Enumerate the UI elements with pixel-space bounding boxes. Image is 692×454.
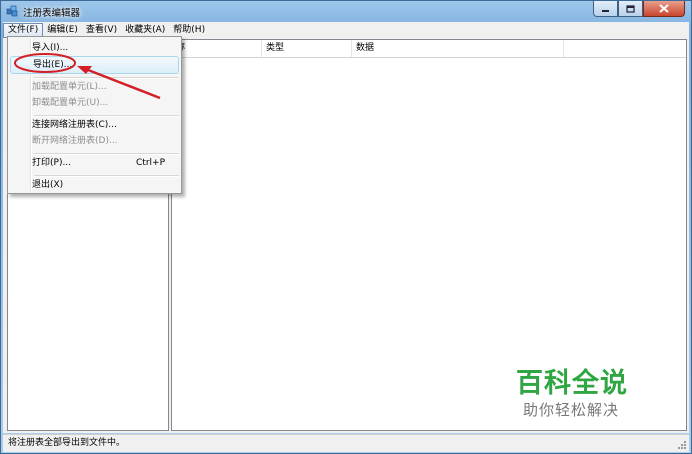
- watermark-title: 百科全说: [516, 368, 628, 399]
- column-type[interactable]: 类型: [262, 40, 352, 57]
- maximize-button[interactable]: [618, 1, 643, 17]
- status-bar: 将注册表全部导出到文件中。: [3, 434, 689, 452]
- size-grip-icon[interactable]: [677, 440, 687, 450]
- menu-item-print-label: 打印(P)...: [32, 158, 72, 168]
- menu-item-unload-hive[interactable]: 卸载配置单元(U)...: [10, 94, 179, 112]
- menu-item-print[interactable]: 打印(P)... Ctrl+P: [10, 154, 179, 172]
- menu-item-import[interactable]: 导入(I)...: [10, 39, 179, 57]
- regedit-app-icon: [6, 5, 18, 17]
- maximize-icon: [626, 4, 635, 13]
- menu-item-exit[interactable]: 退出(X): [10, 176, 179, 194]
- minimize-button[interactable]: [593, 1, 618, 17]
- watermark-subtitle: 助你轻松解决: [523, 401, 620, 419]
- menu-item-print-shortcut: Ctrl+P: [136, 158, 165, 168]
- caption-buttons: [593, 1, 685, 18]
- menu-item-export[interactable]: 导出(E)...: [10, 56, 179, 74]
- close-button[interactable]: [643, 1, 685, 17]
- column-name[interactable]: 称: [172, 40, 262, 57]
- menu-item-disconnect-network-registry[interactable]: 断开网络注册表(D)...: [10, 132, 179, 150]
- minimize-icon: [602, 9, 609, 12]
- file-menu-dropdown: 导入(I)... 导出(E)... 加载配置单元(L)... 卸载配置单元(U)…: [7, 36, 182, 194]
- list-column-header: 称 类型 数据: [172, 40, 686, 58]
- column-data[interactable]: 数据: [352, 40, 564, 57]
- close-icon: [659, 4, 669, 13]
- title-bar[interactable]: 注册表编辑器: [1, 1, 691, 22]
- window-title: 注册表编辑器: [23, 8, 81, 19]
- status-text: 将注册表全部导出到文件中。: [8, 438, 126, 448]
